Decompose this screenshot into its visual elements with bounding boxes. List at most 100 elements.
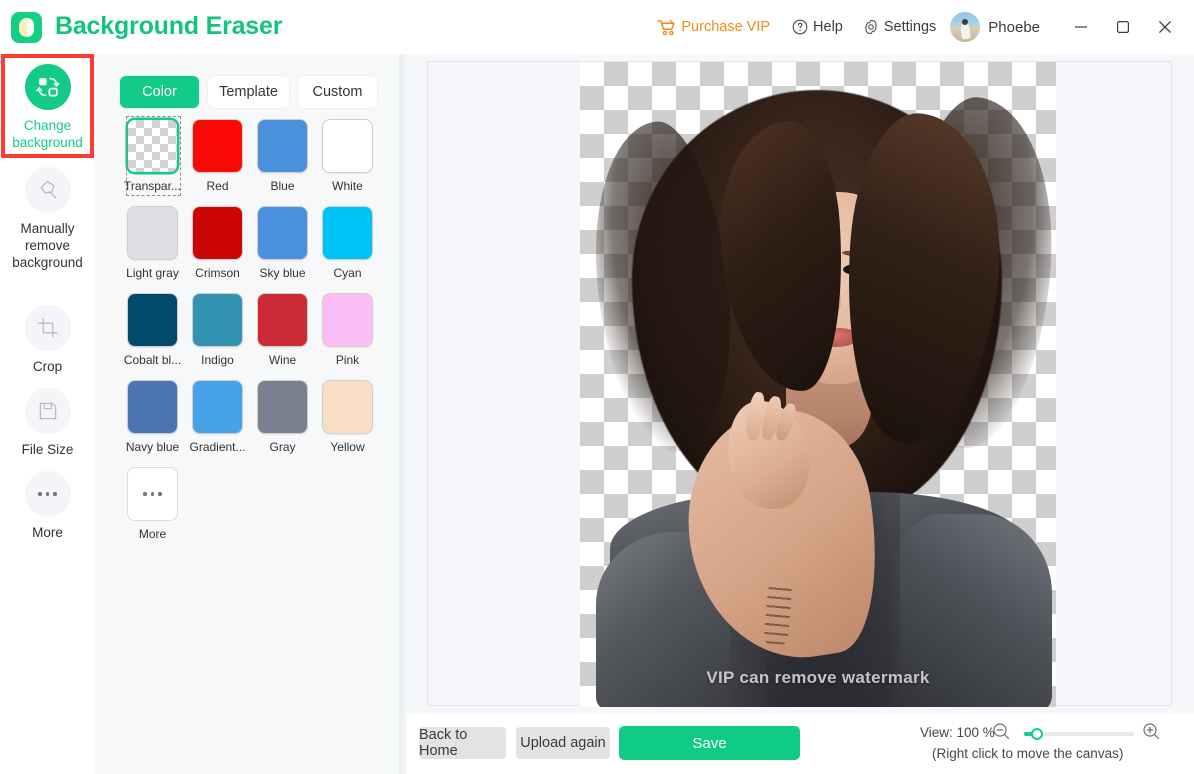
zoom-slider-handle[interactable]: [1031, 728, 1043, 740]
color-swatch[interactable]: Gradient...: [185, 381, 250, 468]
window-minimize-button[interactable]: [1066, 12, 1096, 42]
help-icon: [792, 19, 808, 35]
lasso-icon: [24, 167, 71, 213]
color-swatch[interactable]: Cyan: [315, 207, 380, 294]
titlebar: Background Eraser Purchase VIP Help Sett…: [0, 0, 1194, 54]
sidebar-label-file-size: File Size: [21, 442, 74, 457]
color-swatch-box: [128, 207, 177, 259]
color-swatch-label: Light gray: [126, 266, 179, 280]
color-swatch-box: [128, 381, 177, 433]
color-swatch-label: Crimson: [195, 266, 240, 280]
watermark-text: VIP can remove watermark: [706, 668, 930, 687]
upload-again-button[interactable]: Upload again: [516, 727, 610, 759]
color-swatch[interactable]: Crimson: [185, 207, 250, 294]
tab-template[interactable]: Template: [208, 76, 289, 108]
color-swatch-box: [258, 294, 307, 346]
panel-divider: [399, 54, 406, 774]
color-swatch[interactable]: More: [120, 468, 185, 555]
color-swatch[interactable]: Gray: [250, 381, 315, 468]
tool-sidebar: Change background Manually remove backgr…: [0, 54, 95, 774]
tab-custom[interactable]: Custom: [298, 76, 377, 108]
sidebar-label-line3: background: [12, 255, 83, 270]
back-to-home-button[interactable]: Back to Home: [419, 727, 506, 759]
ellipsis-icon: [143, 492, 162, 496]
color-swatch[interactable]: Indigo: [185, 294, 250, 381]
color-swatch[interactable]: Cobalt bl...: [120, 294, 185, 381]
color-swatch[interactable]: Yellow: [315, 381, 380, 468]
color-swatch-box: [193, 381, 242, 433]
color-swatch[interactable]: Sky blue: [250, 207, 315, 294]
view-zoom-label: View: 100 %: [920, 725, 995, 740]
color-swatch[interactable]: White: [315, 120, 380, 207]
color-swatch[interactable]: Pink: [315, 294, 380, 381]
color-swatch-label: Indigo: [201, 353, 234, 367]
purchase-vip-label: Purchase VIP: [681, 19, 771, 35]
settings-label: Settings: [883, 19, 937, 35]
window-maximize-button[interactable]: [1108, 12, 1138, 42]
settings-button[interactable]: Settings: [863, 19, 936, 35]
sidebar-label-more: More: [32, 525, 63, 540]
sidebar-label-manually-remove-background: Manually remove background: [2, 220, 94, 271]
color-swatch-label: White: [332, 179, 363, 193]
change-background-icon: [24, 64, 71, 110]
color-swatch-box: [193, 120, 242, 172]
save-button[interactable]: Save: [619, 726, 800, 760]
header-actions: Purchase VIP Help Settings Phoebe: [657, 0, 1194, 54]
sidebar-label-line1: Change: [23, 118, 72, 133]
panel-tabs: Color Template Custom: [120, 76, 377, 108]
color-swatch[interactable]: Navy blue: [120, 381, 185, 468]
application-window: Background Eraser Purchase VIP Help Sett…: [0, 0, 1194, 774]
avatar[interactable]: [950, 12, 981, 42]
zoom-slider[interactable]: [1024, 728, 1134, 740]
sidebar-label-line2: background: [12, 135, 83, 150]
help-label: Help: [813, 19, 843, 35]
sidebar-item-manually-remove-background[interactable]: Manually remove background: [0, 167, 95, 271]
zoom-controls: View: 100 % (Right click to move the can…: [920, 722, 1186, 768]
color-swatch[interactable]: Wine: [250, 294, 315, 381]
color-swatch-label: Cyan: [333, 266, 362, 280]
color-swatch[interactable]: Light gray: [120, 207, 185, 294]
user-name[interactable]: Phoebe: [988, 19, 1040, 36]
zoom-out-icon[interactable]: [992, 722, 1011, 746]
ellipsis-icon: [24, 471, 71, 517]
transparent-checker: [128, 120, 177, 172]
sidebar-label-line1: Manually: [20, 221, 75, 236]
sidebar-label-line2: remove: [24, 238, 70, 253]
color-swatch-box: [258, 120, 307, 172]
color-swatch-label: Pink: [335, 353, 360, 367]
color-swatch-box: [323, 381, 372, 433]
tab-color[interactable]: Color: [120, 76, 199, 108]
color-swatch-label: Yellow: [330, 440, 365, 454]
color-swatch-label: Transpar...: [124, 179, 181, 193]
color-swatch[interactable]: Blue: [250, 120, 315, 207]
color-swatch-label: Navy blue: [125, 440, 180, 454]
color-swatch[interactable]: Red: [185, 120, 250, 207]
canvas-hint-text: (Right click to move the canvas): [932, 746, 1124, 761]
color-swatch-label: Gray: [269, 440, 296, 454]
cart-icon: [657, 19, 676, 36]
color-swatch-box: [323, 207, 372, 259]
sidebar-item-more[interactable]: More: [0, 471, 95, 541]
sidebar-label-crop: Crop: [32, 359, 63, 374]
help-button[interactable]: Help: [792, 19, 843, 35]
color-swatch-box: [258, 207, 307, 259]
color-swatch[interactable]: Transpar...: [120, 116, 185, 207]
app-title: Background Eraser: [55, 12, 283, 40]
color-swatch-label: Sky blue: [259, 266, 306, 280]
color-swatch-box: [323, 294, 372, 346]
crop-icon: [24, 305, 71, 351]
sidebar-item-change-background[interactable]: Change background: [0, 64, 95, 151]
sidebar-item-file-size[interactable]: File Size: [0, 388, 95, 458]
color-swatch-label: Red: [206, 179, 229, 193]
color-swatch-box: [128, 294, 177, 346]
color-swatch-box: [258, 381, 307, 433]
edited-image[interactable]: VIP can remove watermark: [580, 62, 1056, 707]
zoom-in-icon[interactable]: [1142, 722, 1161, 746]
canvas-frame[interactable]: VIP can remove watermark: [427, 61, 1172, 707]
canvas-area[interactable]: VIP can remove watermark: [406, 54, 1194, 714]
sidebar-label-change-background: Change background: [2, 117, 94, 151]
purchase-vip-button[interactable]: Purchase VIP: [657, 19, 770, 36]
save-disk-icon: [24, 388, 71, 434]
sidebar-item-crop[interactable]: Crop: [0, 305, 95, 375]
window-close-button[interactable]: [1150, 12, 1180, 42]
